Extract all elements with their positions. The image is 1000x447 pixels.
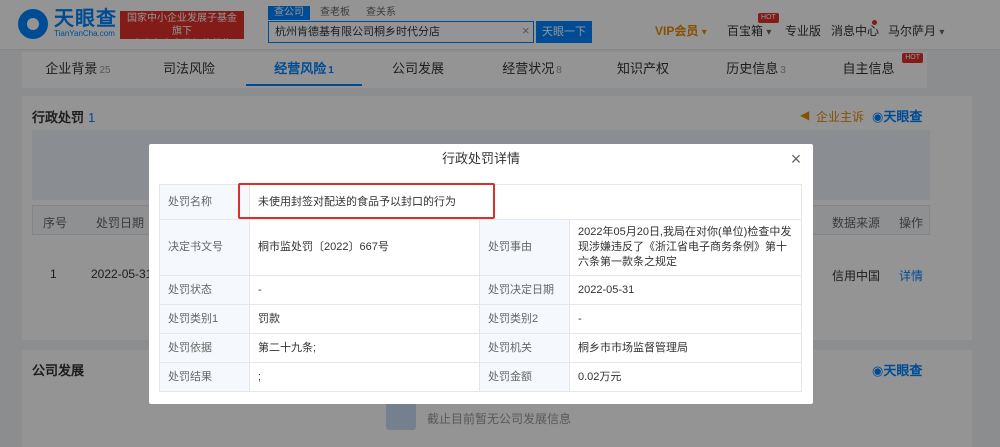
- penalty-basis-label: 处罚依据: [159, 333, 250, 363]
- modal-title: 行政处罚详情: [441, 151, 520, 166]
- penalty-result-value: ;: [249, 362, 480, 392]
- penalty-reason-label: 处罚事由: [479, 219, 570, 276]
- decision-doc-label: 决定书文号: [159, 219, 250, 276]
- penalty-status-label: 处罚状态: [159, 275, 250, 305]
- decision-date-label: 处罚决定日期: [479, 275, 570, 305]
- penalty-reason-value: 2022年05月20日,我局在对你(单位)检查中发现涉嫌违反了《浙江省电子商务条…: [569, 219, 802, 276]
- penalty-authority-label: 处罚机关: [479, 333, 570, 363]
- penalty-name-label: 处罚名称: [159, 184, 250, 220]
- penalty-type2-label: 处罚类别2: [479, 304, 570, 334]
- penalty-authority-value: 桐乡市市场监督管理局: [569, 333, 802, 363]
- penalty-amount-label: 处罚金额: [479, 362, 570, 392]
- decision-doc-value: 桐市监处罚〔2022〕667号: [249, 219, 480, 276]
- penalty-type1-value: 罚款: [249, 304, 480, 334]
- penalty-type1-label: 处罚类别1: [159, 304, 250, 334]
- highlight-annotation-box: [238, 183, 495, 219]
- decision-date-value: 2022-05-31: [569, 275, 802, 305]
- penalty-amount-value: 0.02万元: [569, 362, 802, 392]
- close-icon[interactable]: ×: [787, 150, 805, 168]
- penalty-basis-value: 第二十九条;: [249, 333, 480, 363]
- penalty-result-label: 处罚结果: [159, 362, 250, 392]
- penalty-status-value: -: [249, 275, 480, 305]
- penalty-type2-value: -: [569, 304, 802, 334]
